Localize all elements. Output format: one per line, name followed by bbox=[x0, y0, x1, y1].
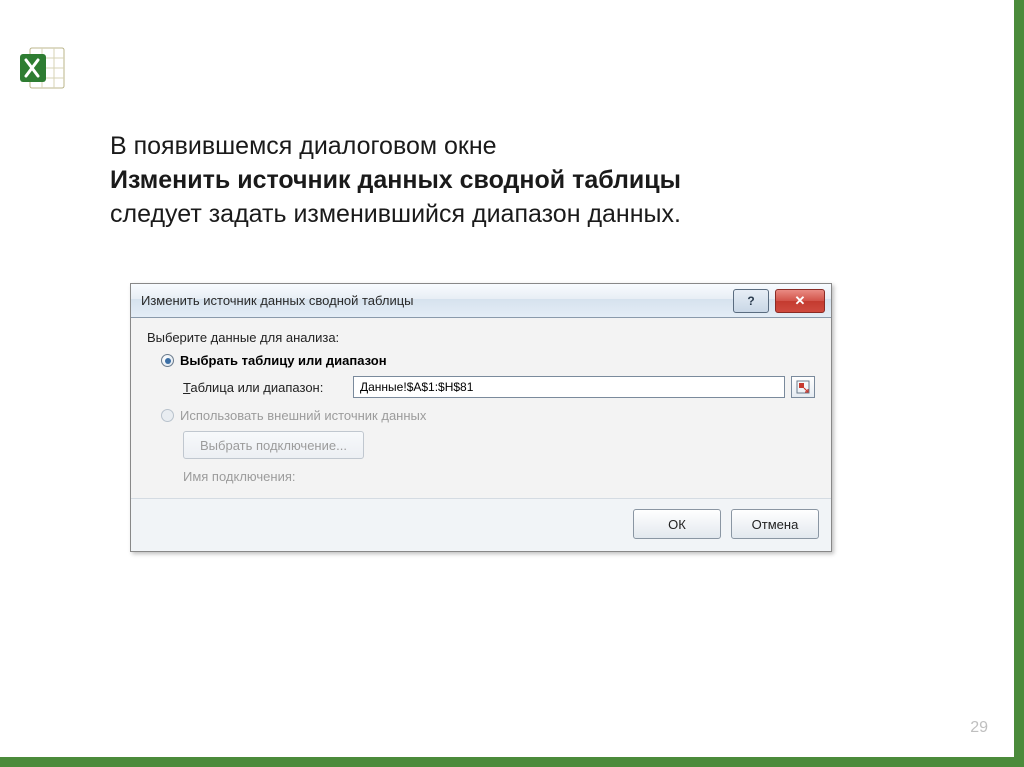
dialog-change-pivot-source: Изменить источник данных сводной таблицы… bbox=[130, 283, 832, 552]
dialog-titlebar[interactable]: Изменить источник данных сводной таблицы… bbox=[131, 284, 831, 318]
range-selector-icon bbox=[796, 380, 810, 394]
excel-icon bbox=[18, 42, 70, 94]
range-field-row: Таблица или диапазон: bbox=[183, 376, 815, 398]
help-button[interactable]: ? bbox=[733, 289, 769, 313]
section-label: Выберите данные для анализа: bbox=[147, 330, 815, 345]
range-selector-button[interactable] bbox=[791, 376, 815, 398]
cancel-label: Отмена bbox=[752, 517, 799, 532]
slide-text-bold: Изменить источник данных сводной таблицы bbox=[110, 166, 681, 194]
radio-external-source: Использовать внешний источник данных bbox=[161, 408, 815, 423]
dialog-footer: ОК Отмена bbox=[131, 498, 831, 551]
slide-body-text: В появившемся диалоговом окне Изменить и… bbox=[110, 130, 910, 231]
range-field-label: Таблица или диапазон: bbox=[183, 380, 353, 395]
slide-accent-bottom bbox=[0, 757, 1024, 767]
cancel-button[interactable]: Отмена bbox=[731, 509, 819, 539]
choose-connection-label: Выбрать подключение... bbox=[200, 438, 347, 453]
radio-select-table-range[interactable]: Выбрать таблицу или диапазон bbox=[161, 353, 815, 368]
ok-label: ОК bbox=[668, 517, 686, 532]
radio2-label: Использовать внешний источник данных bbox=[180, 408, 426, 423]
radio-icon bbox=[161, 354, 174, 367]
slide-text-line3: следует задать изменившийся диапазон дан… bbox=[110, 200, 681, 228]
range-input[interactable] bbox=[353, 376, 785, 398]
page-number: 29 bbox=[970, 719, 988, 737]
close-icon: ✕ bbox=[795, 293, 806, 309]
choose-connection-button: Выбрать подключение... bbox=[183, 431, 364, 459]
dialog-body: Выберите данные для анализа: Выбрать таб… bbox=[131, 318, 831, 498]
range-label-rest: аблица или диапазон: bbox=[190, 380, 323, 395]
radio1-label: Выбрать таблицу или диапазон bbox=[180, 353, 387, 368]
close-button[interactable]: ✕ bbox=[775, 289, 825, 313]
radio-icon-disabled bbox=[161, 409, 174, 422]
slide-accent-right bbox=[1014, 0, 1024, 767]
dialog-title: Изменить источник данных сводной таблицы bbox=[141, 293, 731, 308]
help-icon: ? bbox=[747, 294, 754, 308]
choose-connection-row: Выбрать подключение... bbox=[183, 431, 815, 459]
slide-text-line1: В появившемся диалоговом окне bbox=[110, 132, 497, 160]
connection-name-label: Имя подключения: bbox=[183, 469, 815, 484]
ok-button[interactable]: ОК bbox=[633, 509, 721, 539]
